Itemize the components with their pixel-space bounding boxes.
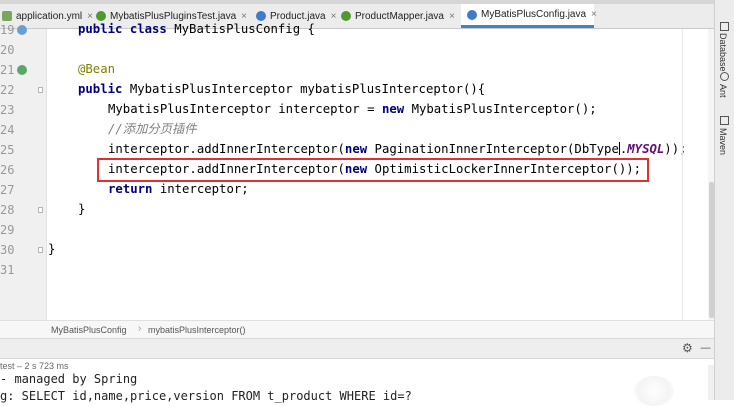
- implemented-icon[interactable]: [17, 25, 27, 35]
- test-class-icon: [96, 11, 106, 21]
- line-number: 23: [0, 103, 15, 117]
- tab-label: ProductMapper.java: [355, 10, 444, 22]
- fold-icon[interactable]: [38, 207, 43, 213]
- line-number: 30: [0, 243, 15, 257]
- floating-orb: [634, 376, 674, 406]
- close-icon[interactable]: ×: [449, 11, 455, 22]
- maven-icon: [720, 116, 729, 125]
- line-number: 21: [0, 63, 15, 77]
- line-number: 28: [0, 203, 15, 217]
- line-number: 25: [0, 143, 15, 157]
- class-icon: [256, 11, 266, 21]
- code-line: //添加分页插件: [108, 122, 197, 136]
- code-line: @Bean: [78, 62, 116, 76]
- console-line: g: SELECT id,name,price,version FROM t_p…: [0, 389, 412, 403]
- line-number: 24: [0, 123, 15, 137]
- line-number: 31: [0, 263, 15, 277]
- minimize-icon[interactable]: —: [700, 341, 711, 354]
- code-line: }: [78, 202, 86, 216]
- tab-mybatisplus-config[interactable]: MyBatisPlusConfig.java ×: [461, 4, 597, 28]
- tab-product-mapper[interactable]: ProductMapper.java ×: [335, 4, 459, 28]
- database-icon: [720, 22, 729, 31]
- line-number: 27: [0, 183, 15, 197]
- console-scrollbar[interactable]: [708, 365, 714, 400]
- tool-window-ant[interactable]: Ant: [718, 84, 728, 98]
- code-line: return interceptor;: [108, 182, 249, 196]
- code-line: MybatisPlusInterceptor interceptor = new…: [108, 102, 597, 116]
- line-number: 19: [0, 23, 15, 37]
- tab-label: application.yml: [16, 10, 83, 22]
- code-line: public MybatisPlusInterceptor mybatisPlu…: [78, 82, 486, 96]
- line-number: 22: [0, 83, 15, 97]
- right-margin-guide: [682, 29, 683, 320]
- tool-window-maven[interactable]: Maven: [718, 128, 728, 155]
- close-icon[interactable]: ×: [591, 9, 597, 20]
- fold-icon[interactable]: [38, 247, 43, 253]
- yml-file-icon: [2, 11, 12, 21]
- tab-label: MybatisPlusPluginsTest.java: [110, 10, 237, 22]
- console-line: - managed by Spring: [0, 372, 138, 386]
- line-number-gutter: 19 20 21 22 23 24 25 26 27 28 29 30 31: [0, 23, 47, 320]
- gear-icon[interactable]: ⚙: [682, 341, 693, 355]
- close-icon[interactable]: ×: [241, 11, 247, 22]
- breadcrumb-item-class[interactable]: MyBatisPlusConfig: [51, 325, 127, 335]
- chevron-right-icon: ›: [138, 323, 142, 334]
- code-line: public class MyBatisPlusConfig {: [78, 22, 315, 36]
- tab-label: Product.java: [270, 10, 326, 22]
- line-number: 26: [0, 163, 15, 177]
- interface-icon: [341, 11, 351, 21]
- class-icon: [467, 9, 477, 20]
- run-panel-toolbar: ⚙ —: [0, 339, 714, 359]
- ant-icon: [720, 72, 729, 81]
- run-console[interactable]: - managed by Spring g: SELECT id,name,pr…: [0, 359, 714, 403]
- breadcrumb: MyBatisPlusConfig › mybatisPlusIntercept…: [0, 320, 714, 338]
- line-number: 20: [0, 43, 15, 57]
- tab-label: MyBatisPlusConfig.java: [481, 9, 587, 20]
- code-line: interceptor.addInnerInterceptor(new Pagi…: [108, 142, 687, 156]
- spring-bean-icon[interactable]: [17, 65, 27, 75]
- fold-icon[interactable]: [38, 87, 43, 93]
- run-test-status: test – 2 s 723 ms: [0, 361, 69, 371]
- breadcrumb-item-method[interactable]: mybatisPlusInterceptor(): [148, 325, 246, 335]
- highlight-box: [97, 158, 649, 182]
- tool-window-database[interactable]: Database: [718, 33, 728, 72]
- line-number: 29: [0, 223, 15, 237]
- code-line: }: [48, 242, 56, 256]
- right-tool-strip: Database Ant Maven: [714, 0, 734, 400]
